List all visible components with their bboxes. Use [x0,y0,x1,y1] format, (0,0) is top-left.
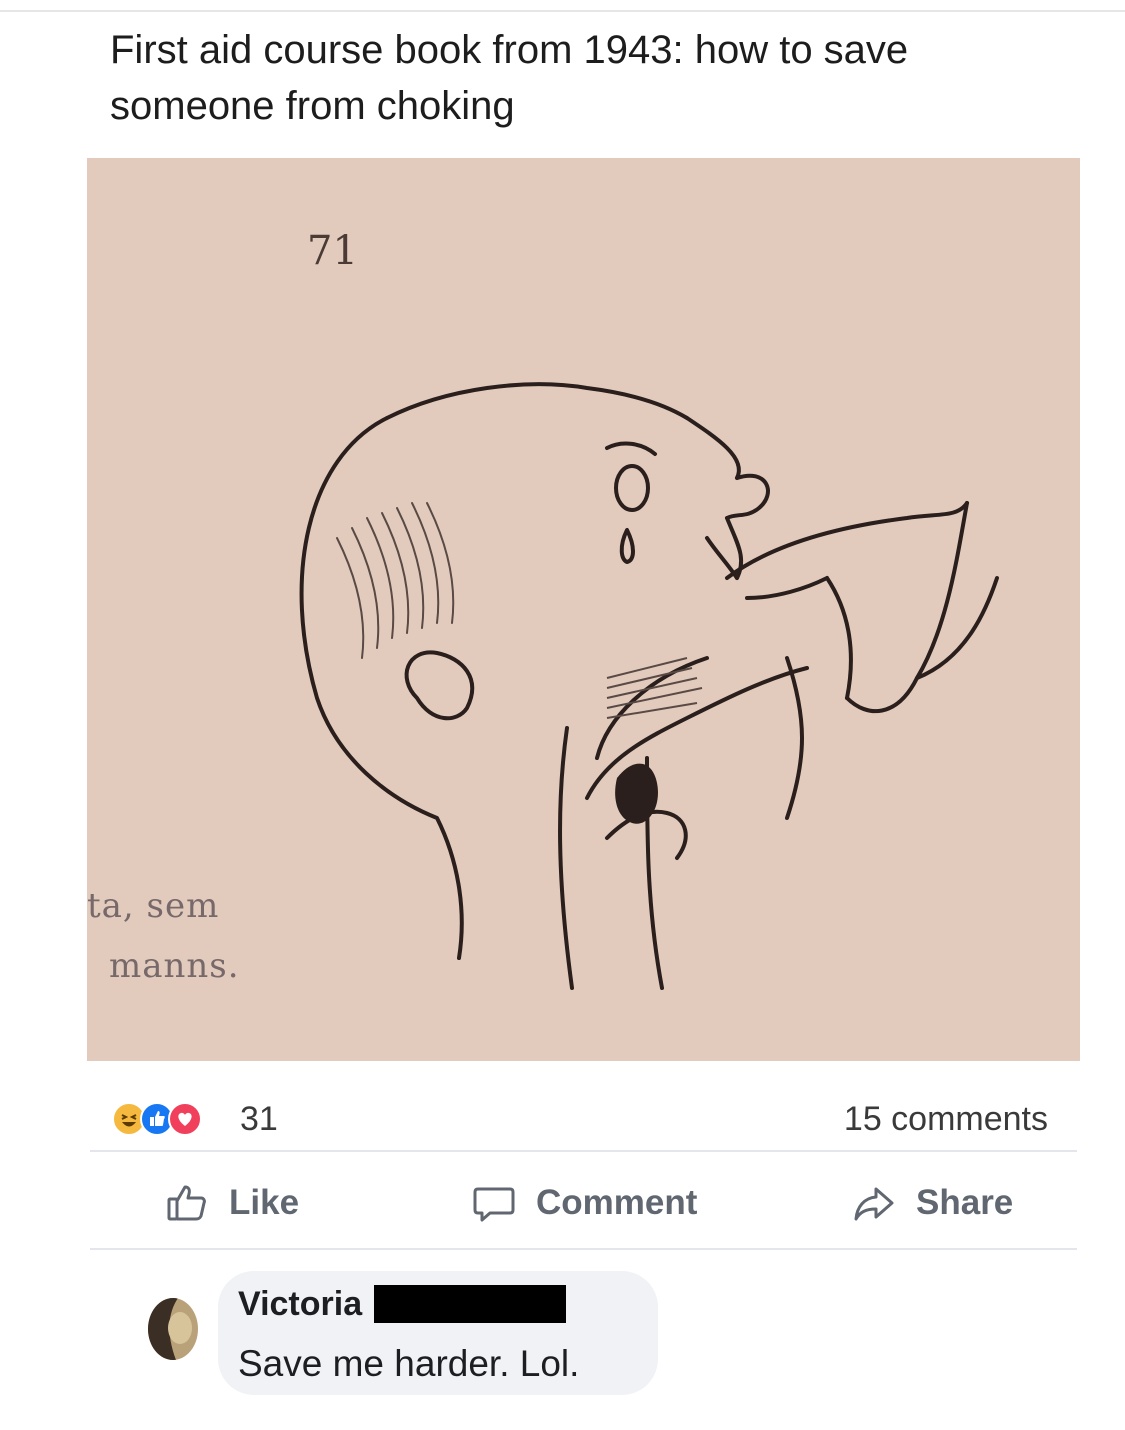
book-caption-line-1: ta, sem [87,886,220,926]
comment-bubble[interactable]: Victoria Save me harder. Lol. [218,1271,658,1395]
book-caption-line-2: manns. [109,946,240,986]
choking-illustration [299,382,999,990]
comment-bubble-icon [473,1187,515,1222]
post-text: First aid course book from 1943: how to … [110,28,909,128]
share-button[interactable]: Share [850,1168,1013,1238]
comment-label: Comment [536,1183,698,1222]
comment-text: Save me harder. Lol. [238,1343,580,1384]
like-button[interactable]: Like [163,1168,299,1238]
share-label: Share [916,1183,1014,1222]
comment-item: Victoria Save me harder. Lol. [0,1268,1125,1408]
comment-button[interactable]: Comment [470,1168,697,1238]
divider [90,1150,1077,1152]
redaction-bar [374,1285,566,1323]
like-label: Like [229,1183,300,1222]
comments-count-link[interactable]: 15 comments [844,1100,1048,1139]
share-arrow-icon [854,1187,894,1221]
love-reaction-icon [168,1102,202,1136]
post-action-bar: Like Comment Share [0,1168,1125,1238]
post-photo[interactable]: 71 ta, sem manns. [87,158,1080,1061]
top-divider [0,10,1125,12]
book-page-number: 71 [307,228,358,274]
reaction-count[interactable]: 31 [240,1100,278,1139]
reaction-stats-bar: 31 15 comments [0,1090,1125,1150]
commenter-avatar[interactable] [148,1298,198,1360]
thumbs-up-icon [167,1185,206,1221]
divider [90,1248,1077,1250]
comment-author[interactable]: Victoria [238,1285,362,1324]
